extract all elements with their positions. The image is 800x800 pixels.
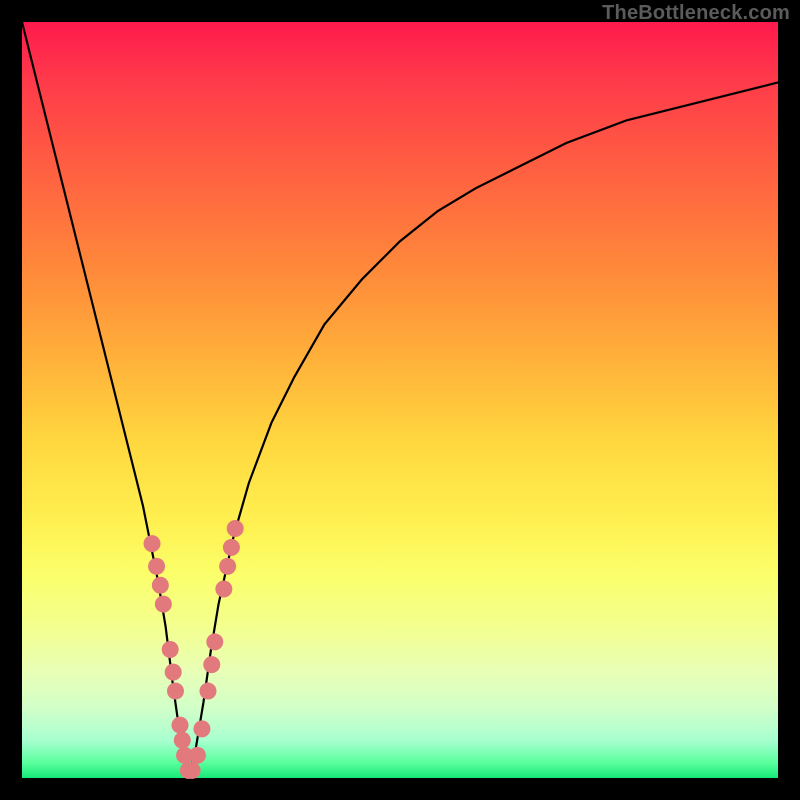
data-marker: [172, 717, 189, 734]
chart-frame: TheBottleneck.com: [0, 0, 800, 800]
data-marker: [199, 683, 216, 700]
marker-group: [144, 520, 244, 779]
data-marker: [193, 720, 210, 737]
data-marker: [144, 535, 161, 552]
watermark-text: TheBottleneck.com: [602, 2, 790, 25]
data-marker: [165, 664, 182, 681]
data-marker: [174, 732, 191, 749]
bottleneck-curve: [22, 22, 778, 778]
plot-area: [22, 22, 778, 778]
data-marker: [162, 641, 179, 658]
data-marker: [189, 747, 206, 764]
data-marker: [167, 683, 184, 700]
chart-svg: [22, 22, 778, 778]
data-marker: [206, 633, 223, 650]
data-marker: [223, 539, 240, 556]
data-marker: [227, 520, 244, 537]
data-marker: [203, 656, 220, 673]
data-marker: [215, 581, 232, 598]
data-marker: [184, 762, 201, 779]
data-marker: [155, 596, 172, 613]
data-marker: [152, 577, 169, 594]
data-marker: [148, 558, 165, 575]
data-marker: [219, 558, 236, 575]
